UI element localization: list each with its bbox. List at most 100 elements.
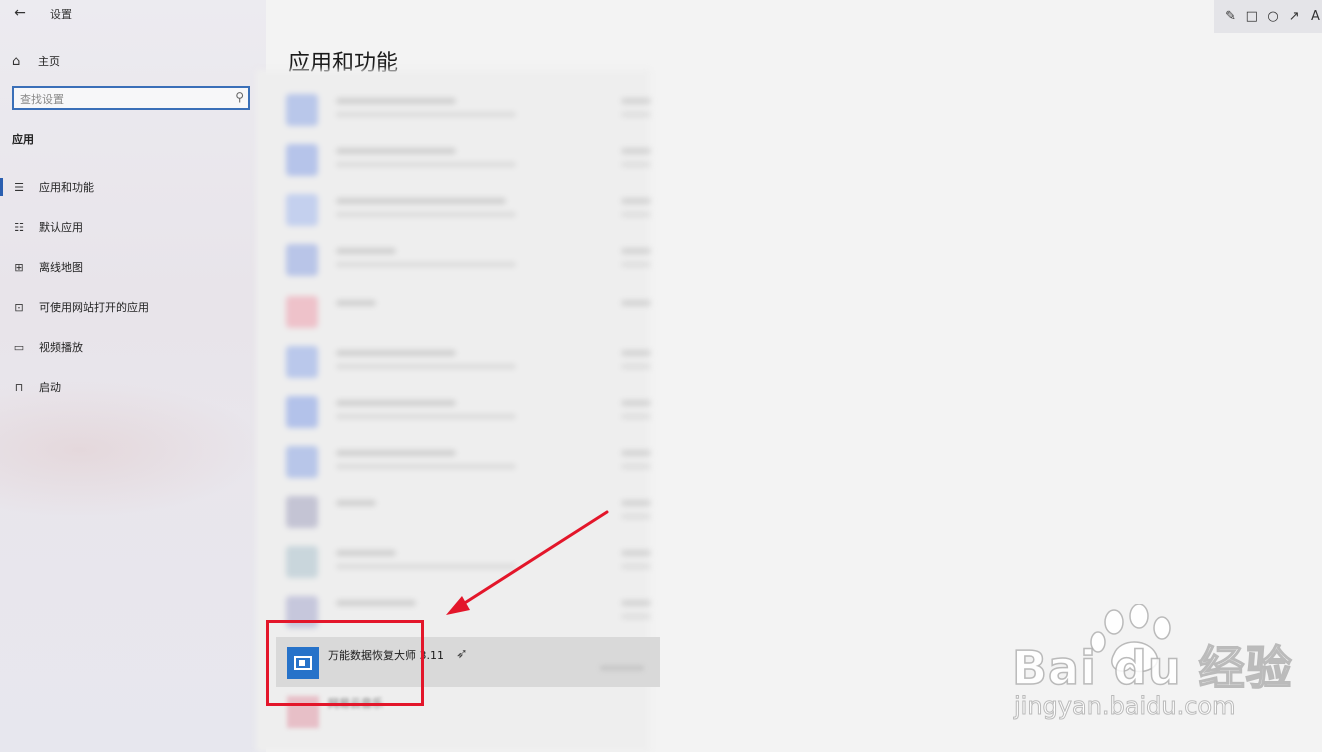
home-nav[interactable]: ⌂ 主页 <box>12 52 60 70</box>
mouse-cursor-icon: ➶ <box>456 646 468 662</box>
indicator <box>0 298 3 316</box>
list-item[interactable] <box>276 134 651 182</box>
watermark-url: jingyan.baidu.com <box>1013 692 1236 721</box>
placeholder <box>336 500 376 506</box>
list-item[interactable] <box>276 436 651 484</box>
sidebar: ← 设置 ⌂ 主页 ⚲ 应用 ☰ 应用和功能 ☷ 默认应用 ⊞ 离线地图 ⊡ 可… <box>0 0 266 752</box>
placeholder <box>621 550 651 556</box>
sidebar-item-label: 离线地图 <box>39 261 83 274</box>
placeholder <box>336 414 516 419</box>
placeholder <box>336 550 396 556</box>
search-icon[interactable]: ⚲ <box>235 90 244 104</box>
sidebar-item-default-apps[interactable]: ☷ 默认应用 <box>0 217 260 237</box>
app-icon <box>286 94 318 126</box>
placeholder <box>336 98 456 104</box>
video-icon: ▭ <box>13 340 25 354</box>
placeholder <box>336 600 416 606</box>
list-item[interactable] <box>276 486 651 534</box>
sidebar-item-apps-features[interactable]: ☰ 应用和功能 <box>0 177 260 197</box>
list-item[interactable] <box>276 336 651 384</box>
placeholder <box>621 248 651 254</box>
sidebar-item-offline-maps[interactable]: ⊞ 离线地图 <box>0 257 260 277</box>
placeholder <box>621 350 651 356</box>
sidebar-item-label: 默认应用 <box>39 221 83 234</box>
list-item[interactable] <box>276 234 651 282</box>
placeholder <box>621 212 651 217</box>
placeholder <box>336 364 516 369</box>
map-icon: ⊞ <box>14 260 24 274</box>
indicator <box>0 378 3 396</box>
app-icon <box>286 346 318 378</box>
highlight-rectangle <box>266 620 424 706</box>
placeholder <box>336 450 456 456</box>
sidebar-item-label: 启动 <box>39 381 61 394</box>
window-title: 设置 <box>50 8 72 21</box>
placeholder <box>336 198 506 204</box>
list-item[interactable] <box>276 286 651 334</box>
app-date-blurred <box>600 665 644 671</box>
indicator <box>0 258 3 276</box>
list-item[interactable] <box>276 386 651 434</box>
section-title: 应用 <box>12 133 34 146</box>
app-icon <box>286 144 318 176</box>
default-apps-icon: ☷ <box>14 220 24 234</box>
title-bar: ← 设置 <box>0 0 266 30</box>
placeholder <box>336 564 516 569</box>
back-arrow-icon: ← <box>14 5 26 21</box>
placeholder <box>336 148 456 154</box>
placeholder <box>621 198 651 204</box>
search-input[interactable] <box>14 89 226 110</box>
placeholder <box>336 300 376 306</box>
app-icon <box>286 396 318 428</box>
list-item[interactable] <box>276 84 651 132</box>
web-app-icon: ⊡ <box>14 300 24 314</box>
sidebar-item-web-apps[interactable]: ⊡ 可使用网站打开的应用 <box>0 297 260 317</box>
placeholder <box>621 98 651 104</box>
app-icon <box>286 296 318 328</box>
placeholder <box>336 350 456 356</box>
placeholder <box>621 464 651 469</box>
sidebar-item-video-playback[interactable]: ▭ 视频播放 <box>0 337 260 357</box>
placeholder <box>336 262 516 267</box>
placeholder <box>621 300 651 306</box>
list-item[interactable] <box>276 184 651 232</box>
placeholder <box>621 148 651 154</box>
app-icon <box>286 244 318 276</box>
sidebar-item-startup[interactable]: ⊓ 启动 <box>0 377 260 397</box>
placeholder <box>621 600 651 606</box>
circle-icon[interactable]: ○ <box>1266 9 1279 24</box>
sidebar-item-label: 可使用网站打开的应用 <box>39 301 149 314</box>
placeholder <box>336 112 516 117</box>
annotation-toolbar: ✎ □ ○ ↗ A <box>1214 0 1322 33</box>
text-icon[interactable]: A <box>1309 9 1322 24</box>
pencil-icon[interactable]: ✎ <box>1224 9 1237 24</box>
placeholder <box>336 400 456 406</box>
placeholder <box>336 464 516 469</box>
placeholder <box>336 212 516 217</box>
sidebar-item-label: 应用和功能 <box>39 181 94 194</box>
watermark-brand: Bai du 经验 <box>1011 640 1293 696</box>
back-button[interactable]: ← <box>10 4 30 22</box>
indicator <box>0 338 3 356</box>
placeholder <box>621 450 651 456</box>
placeholder <box>621 400 651 406</box>
arrow-icon[interactable]: ↗ <box>1288 9 1301 24</box>
app-icon <box>286 546 318 578</box>
search-box[interactable]: ⚲ <box>12 86 250 110</box>
placeholder <box>336 248 396 254</box>
app-icon <box>286 496 318 528</box>
sidebar-item-label: 视频播放 <box>39 341 83 354</box>
placeholder <box>621 112 651 117</box>
placeholder <box>621 514 651 519</box>
placeholder <box>621 414 651 419</box>
list-item[interactable] <box>276 536 651 584</box>
placeholder <box>621 162 651 167</box>
rectangle-icon[interactable]: □ <box>1245 9 1258 24</box>
indicator <box>0 218 3 236</box>
app-icon <box>286 194 318 226</box>
placeholder <box>621 614 651 619</box>
placeholder <box>336 162 516 167</box>
placeholder <box>621 500 651 506</box>
list-icon: ☰ <box>14 180 24 194</box>
placeholder <box>621 262 651 267</box>
